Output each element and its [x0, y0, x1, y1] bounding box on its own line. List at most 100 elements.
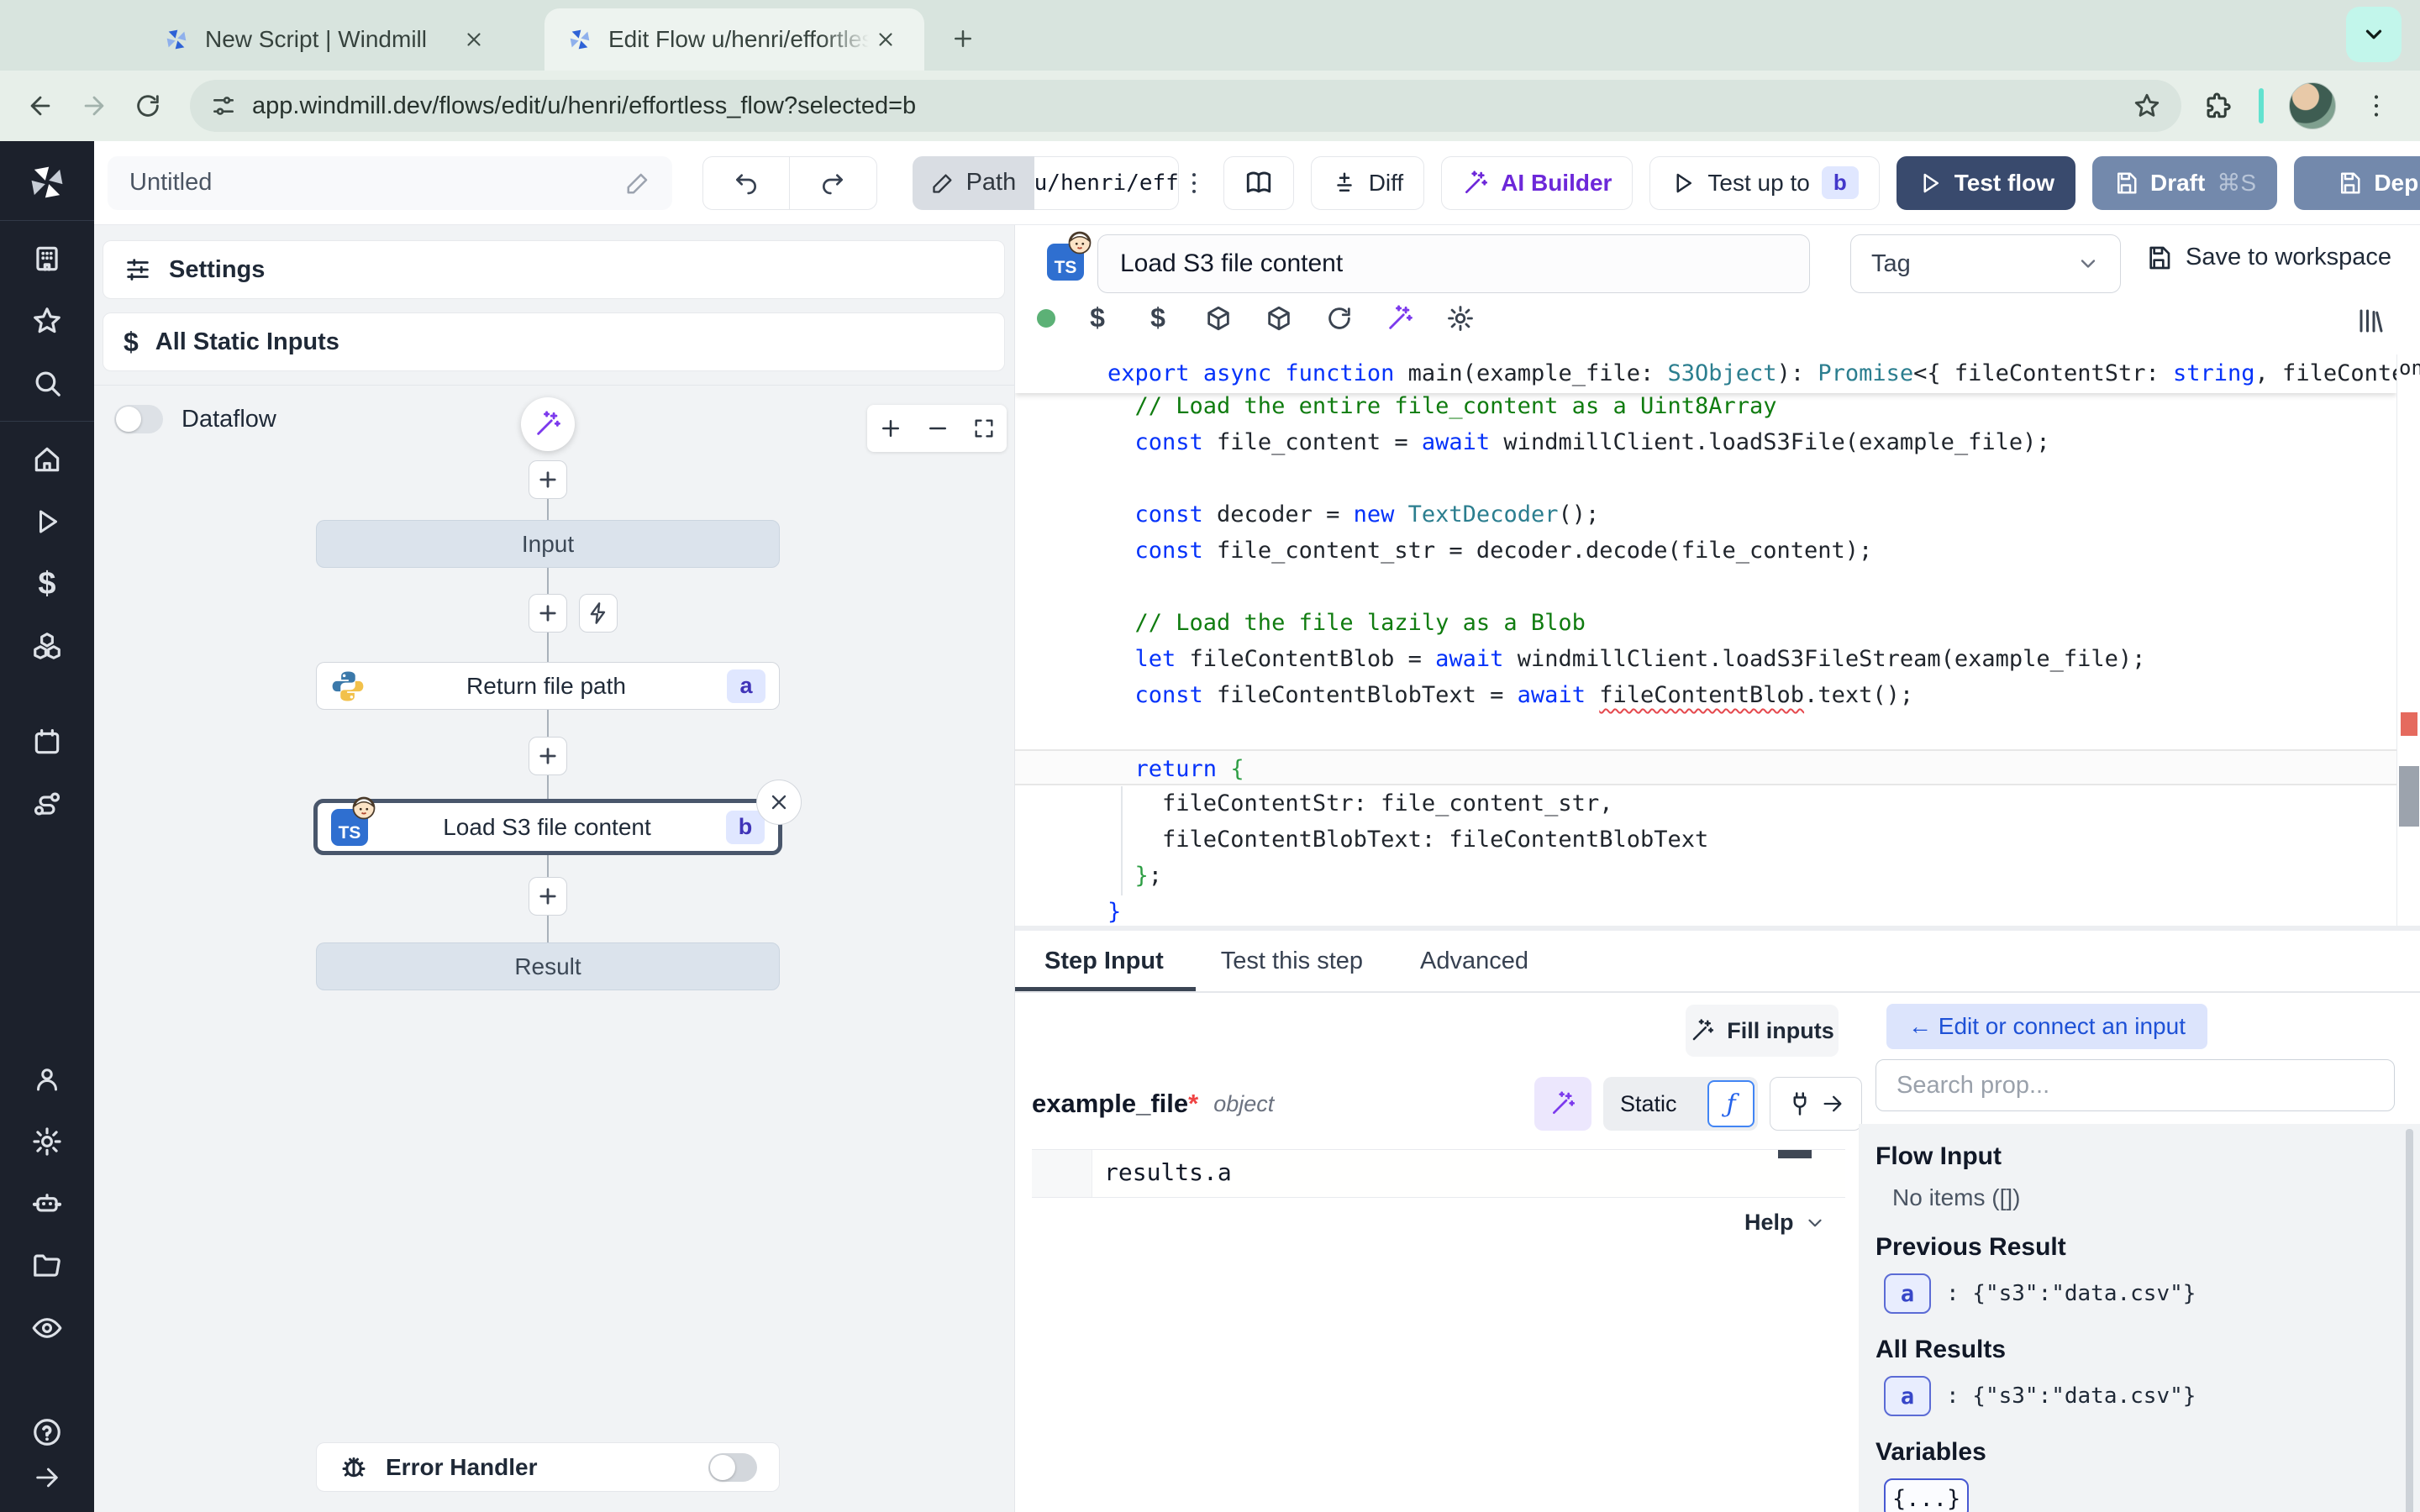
- editor-scrollbar-thumb[interactable]: [2399, 766, 2419, 827]
- resource-type-package-icon[interactable]: [1260, 304, 1297, 333]
- test-up-to-button[interactable]: Test up to b: [1649, 156, 1879, 210]
- sidebar-search-icon[interactable]: [0, 352, 94, 414]
- tab-step-input[interactable]: Step Input: [1044, 931, 1164, 991]
- dataflow-toggle[interactable]: [114, 405, 163, 433]
- tag-select[interactable]: Tag: [1850, 234, 2121, 293]
- edit-or-connect-button[interactable]: ← Edit or connect an input: [1886, 1004, 2207, 1049]
- sidebar-favorites-icon[interactable]: [0, 290, 94, 352]
- deploy-button[interactable]: Deploy: [2294, 156, 2420, 210]
- fill-inputs-button[interactable]: Fill inputs: [1686, 1005, 1839, 1057]
- code-line[interactable]: }: [1015, 894, 2396, 926]
- docs-book-button[interactable]: [1223, 156, 1294, 210]
- back-button[interactable]: [13, 79, 67, 133]
- draft-button[interactable]: Draft ⌘S: [2092, 156, 2277, 210]
- code-line[interactable]: // Load the file lazily as a Blob: [1015, 605, 2396, 641]
- sidebar-audit-icon[interactable]: [0, 1297, 94, 1359]
- browser-tab-active[interactable]: Edit Flow u/henri/effortless_fl: [544, 8, 924, 71]
- zoom-out-icon[interactable]: [925, 416, 950, 441]
- editor-settings-gear-icon[interactable]: [1442, 304, 1479, 333]
- bookmark-star-icon[interactable]: [2133, 92, 2161, 120]
- browser-tab-inactive[interactable]: New Script | Windmill: [141, 8, 513, 71]
- sidebar-folders-icon[interactable]: [0, 1235, 94, 1297]
- connect-input-button[interactable]: [1770, 1077, 1862, 1131]
- code-line[interactable]: [1015, 569, 2396, 605]
- code-line[interactable]: fileContentStr: file_content_str,: [1015, 785, 2396, 822]
- step-a-badge[interactable]: a: [1884, 1273, 1931, 1314]
- tab-close-icon[interactable]: [869, 23, 902, 56]
- new-tab-button[interactable]: [939, 15, 986, 62]
- flow-settings-button[interactable]: Settings: [103, 240, 1005, 299]
- edit-title-pencil-icon[interactable]: [625, 171, 650, 196]
- code-line[interactable]: const file_content_str = decoder.decode(…: [1015, 533, 2396, 569]
- step-a-badge[interactable]: a: [1884, 1376, 1931, 1416]
- variables-row[interactable]: {...}: [1884, 1478, 2420, 1512]
- code-line[interactable]: [1015, 460, 2396, 496]
- flow-node-b-selected[interactable]: TS Load S3 file content b: [313, 799, 782, 855]
- code-line[interactable]: const fileContentBlobText = await fileCo…: [1015, 677, 2396, 713]
- flow-title-box[interactable]: Untitled: [108, 156, 672, 210]
- ai-builder-button[interactable]: AI Builder: [1441, 156, 1633, 210]
- code-line[interactable]: return {: [1015, 749, 2396, 785]
- reload-button[interactable]: [121, 79, 175, 133]
- sidebar-workers-icon[interactable]: [0, 1173, 94, 1235]
- previous-result-row[interactable]: a : {"s3":"data.csv"}: [1884, 1273, 2420, 1314]
- code-editor[interactable]: // Load the entire file_content as a Uin…: [1015, 354, 2420, 926]
- expression-text[interactable]: results.a: [1092, 1150, 1232, 1197]
- sidebar-schedules-icon[interactable]: [0, 711, 94, 773]
- add-step-button[interactable]: [529, 877, 567, 916]
- library-icon[interactable]: [2356, 306, 2386, 336]
- code-line[interactable]: };: [1015, 858, 2396, 894]
- input-mode-toggle[interactable]: Static ƒ: [1603, 1077, 1758, 1131]
- sidebar-settings-icon[interactable]: [0, 1110, 94, 1173]
- remove-step-button[interactable]: [756, 780, 802, 825]
- flow-result-node[interactable]: Result: [316, 942, 780, 990]
- sidebar-users-icon[interactable]: [0, 1048, 94, 1110]
- help-dropdown[interactable]: Help: [1744, 1210, 1826, 1236]
- code-line[interactable]: [1015, 713, 2396, 749]
- windmill-logo-icon[interactable]: [0, 151, 94, 213]
- step-name-input[interactable]: [1097, 234, 1810, 293]
- zoom-in-icon[interactable]: [878, 416, 903, 441]
- extensions-icon[interactable]: [2203, 91, 2233, 121]
- all-results-row[interactable]: a : {"s3":"data.csv"}: [1884, 1376, 2420, 1416]
- browser-avatar[interactable]: [2289, 82, 2336, 129]
- assets-dollar-icon[interactable]: $: [1079, 302, 1116, 333]
- ai-fill-field-button[interactable]: [1534, 1077, 1591, 1131]
- add-step-button[interactable]: [529, 737, 567, 775]
- editor-overview-ruler[interactable]: on: [2396, 354, 2420, 926]
- sidebar-runs-icon[interactable]: [0, 491, 94, 553]
- test-flow-button[interactable]: Test flow: [1897, 156, 2075, 210]
- fit-view-icon[interactable]: [972, 417, 996, 440]
- code-line[interactable]: const decoder = new TextDecoder();: [1015, 496, 2396, 533]
- code-line[interactable]: // Load the entire file_content as a Uin…: [1015, 388, 2396, 424]
- add-step-button-top[interactable]: [529, 460, 567, 499]
- browser-menu-icon[interactable]: [2361, 91, 2391, 121]
- resource-package-icon[interactable]: [1200, 304, 1237, 333]
- add-trigger-button[interactable]: [579, 594, 618, 633]
- all-static-inputs-button[interactable]: $ All Static Inputs: [103, 312, 1005, 371]
- diff-button[interactable]: Diff: [1311, 156, 1425, 210]
- site-settings-icon[interactable]: [210, 92, 237, 119]
- forward-button[interactable]: [67, 79, 121, 133]
- graph-ai-wand-button[interactable]: [521, 397, 575, 451]
- flow-input-node[interactable]: Input: [316, 520, 780, 568]
- add-step-button[interactable]: [529, 594, 567, 633]
- path-button[interactable]: Path: [913, 156, 1035, 210]
- ai-wand-icon[interactable]: [1381, 304, 1418, 333]
- sidebar-variables-icon[interactable]: $: [0, 553, 94, 615]
- url-text[interactable]: app.windmill.dev/flows/edit/u/henri/effo…: [252, 92, 2133, 120]
- tab-advanced[interactable]: Advanced: [1420, 931, 1528, 991]
- connect-panel-scrollbar[interactable]: [2406, 1129, 2413, 1512]
- tab-close-icon[interactable]: [457, 23, 491, 56]
- more-options-icon[interactable]: [1179, 169, 1209, 197]
- error-handler-toggle[interactable]: [708, 1453, 757, 1482]
- sidebar-help-icon[interactable]: [0, 1410, 94, 1455]
- search-prop-input[interactable]: [1876, 1059, 2395, 1111]
- code-line[interactable]: fileContentBlobText: fileContentBlobText: [1015, 822, 2396, 858]
- error-handler-row[interactable]: Error Handler: [316, 1442, 780, 1492]
- code-line[interactable]: let fileContentBlob = await windmillClie…: [1015, 641, 2396, 677]
- sidebar-triggers-icon[interactable]: [0, 773, 94, 835]
- sidebar-home-icon[interactable]: [0, 428, 94, 491]
- javascript-expression-toggle[interactable]: ƒ: [1707, 1080, 1754, 1127]
- sidebar-resources-icon[interactable]: [0, 615, 94, 677]
